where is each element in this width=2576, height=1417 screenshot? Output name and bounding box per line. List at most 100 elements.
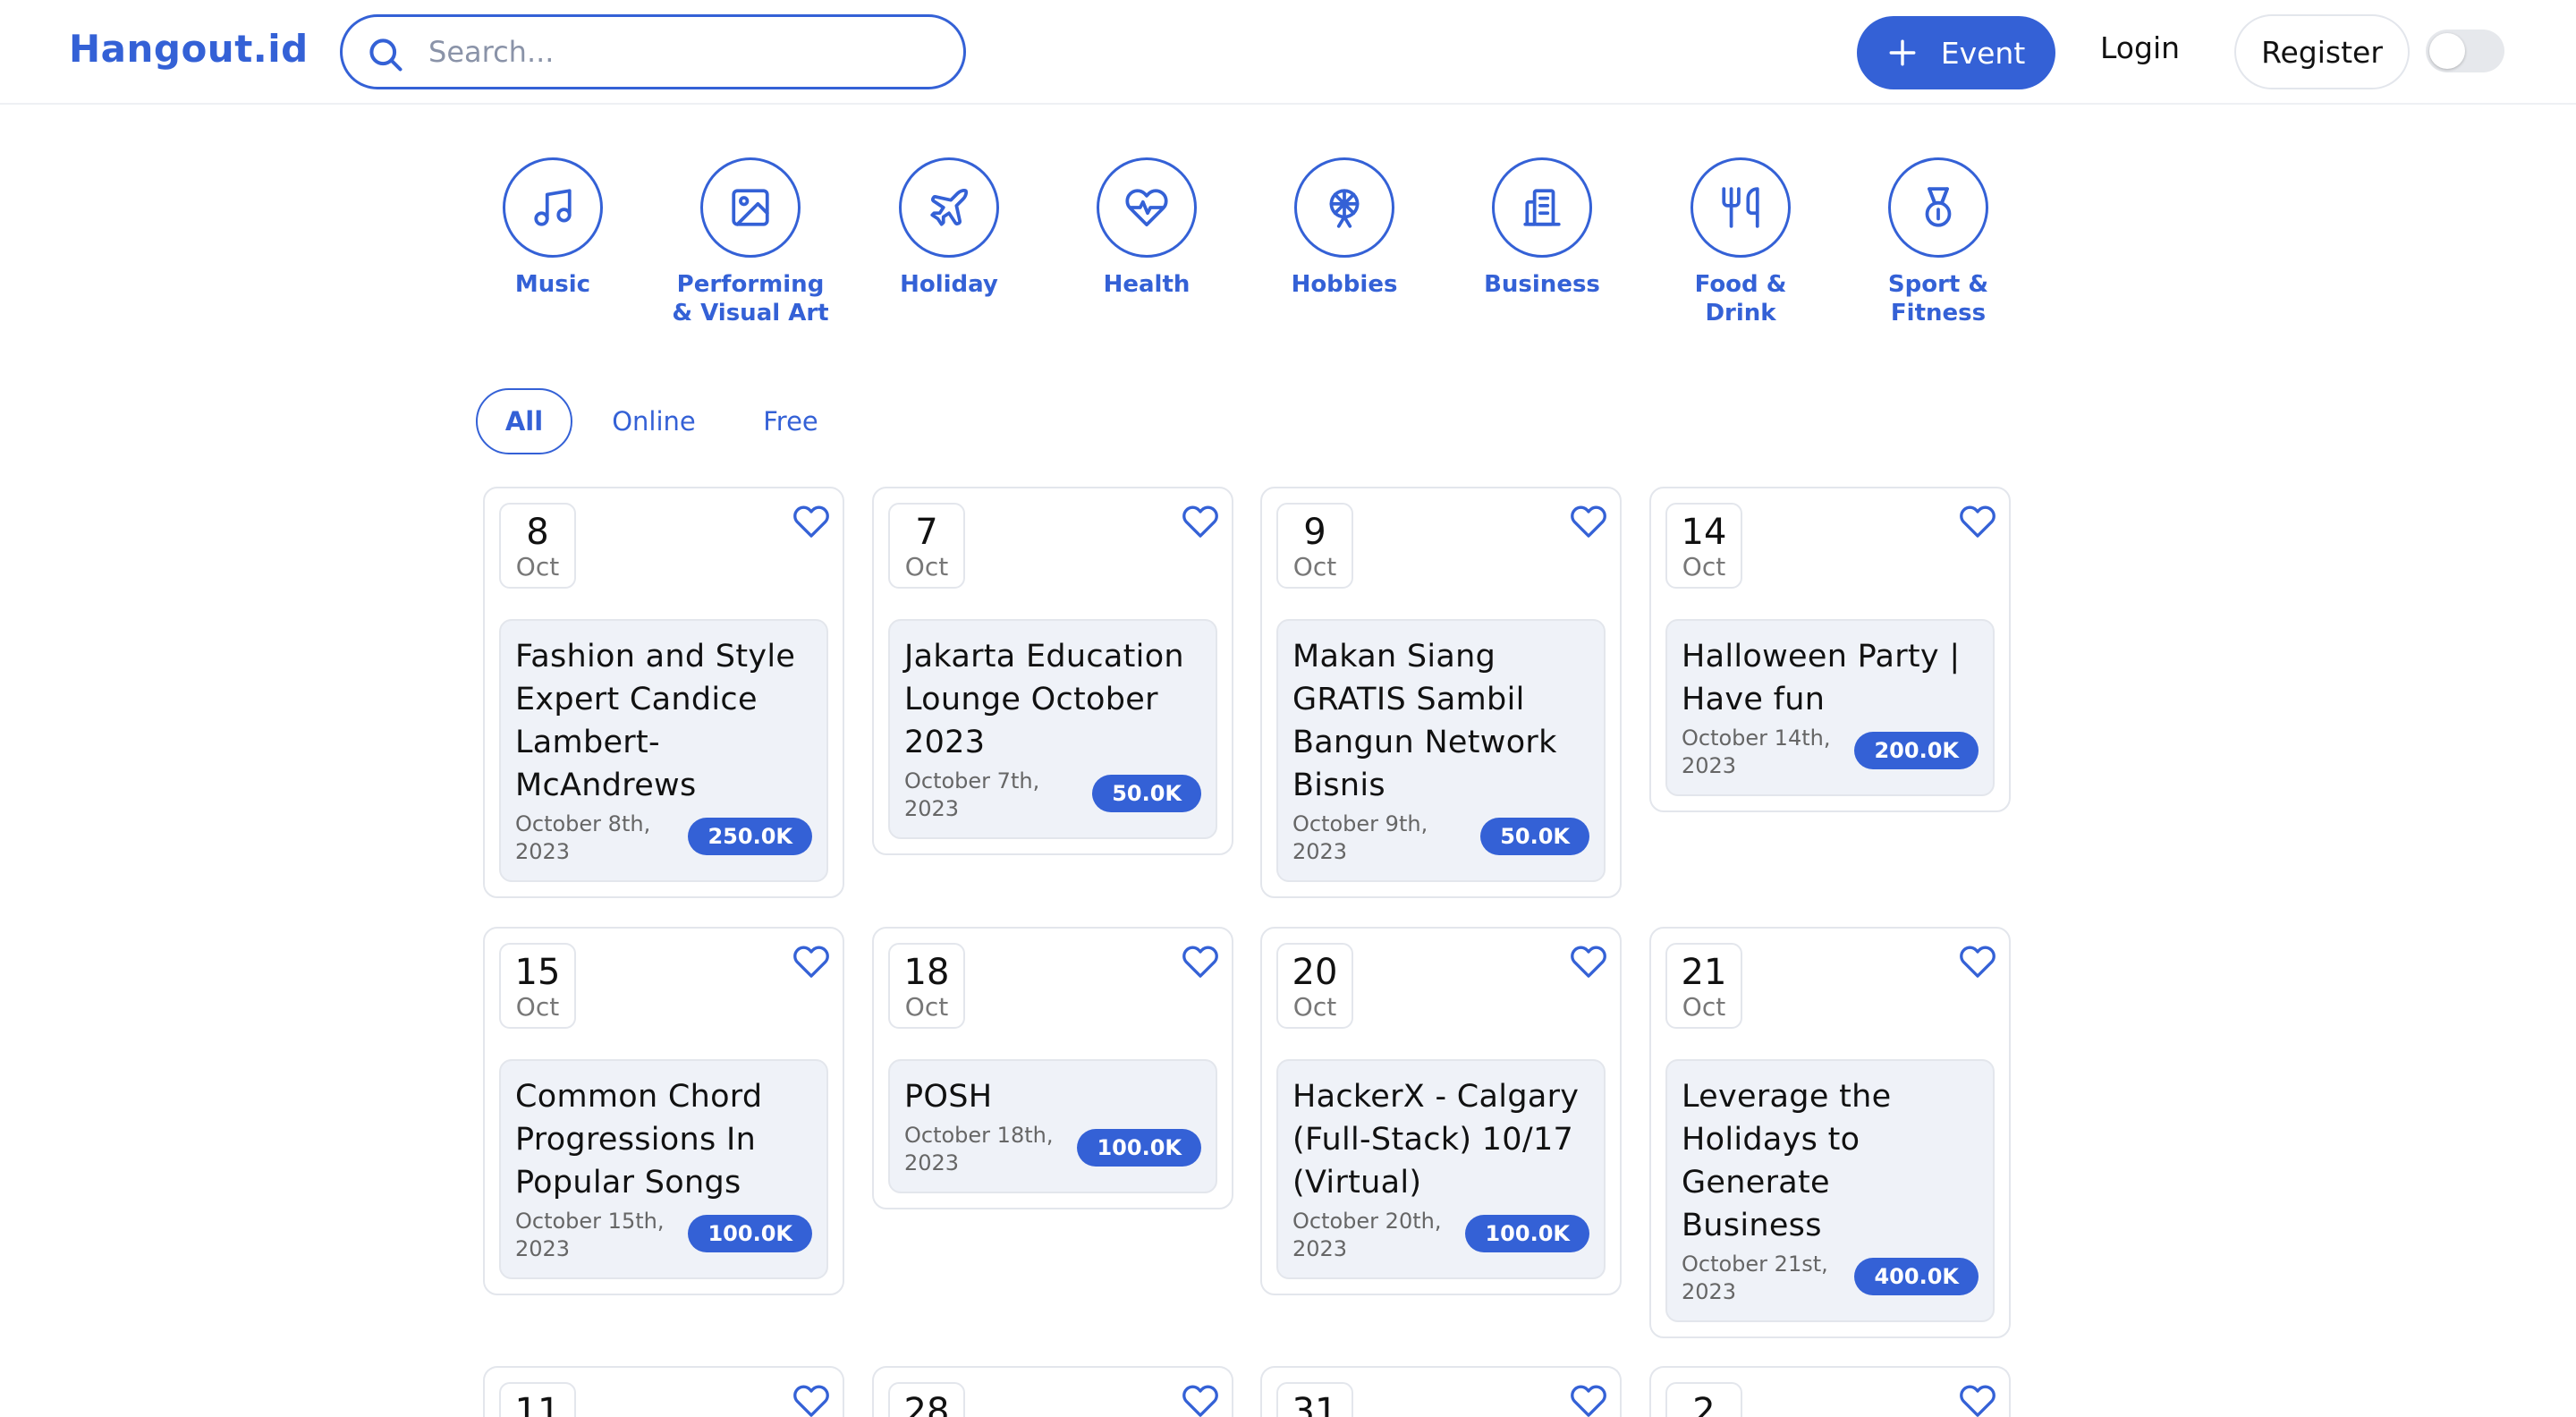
register-button[interactable]: Register [2234, 14, 2410, 89]
search-icon [369, 38, 402, 72]
price-badge: 250.0K [688, 818, 812, 855]
event-date: 31 [1276, 1382, 1353, 1417]
category-label: Food & Drink [1694, 271, 1787, 327]
event-date-text: October 8th, 2023 [515, 811, 651, 864]
price-badge: 100.0K [688, 1215, 812, 1252]
event-day: 28 [903, 1391, 950, 1417]
event-card[interactable]: 8 Oct Fashion and Style Expert Candice L… [483, 487, 844, 898]
category-hobbies[interactable]: Hobbies [1259, 157, 1429, 299]
event-day: 21 [1681, 952, 1727, 993]
category-health[interactable]: Health [1062, 157, 1232, 299]
event-info: Leverage the Holidays to Generate Busine… [1665, 1059, 1995, 1322]
event-month: Oct [515, 552, 560, 581]
event-title[interactable]: HackerX - Calgary (Full-Stack) 10/17 (Vi… [1292, 1075, 1589, 1204]
event-date: 18 Oct [888, 943, 965, 1029]
favorite-heart-icon[interactable] [1570, 503, 1607, 540]
event-title[interactable]: Common Chord Progressions In Popular Son… [515, 1075, 812, 1204]
event-info: HackerX - Calgary (Full-Stack) 10/17 (Vi… [1276, 1059, 1606, 1279]
category-business[interactable]: Business [1457, 157, 1627, 299]
airplane-icon [899, 157, 999, 258]
favorite-heart-icon[interactable] [1182, 503, 1219, 540]
top-navbar: Hangout.id Event Login Register [0, 0, 2576, 105]
ferris-wheel-icon [1294, 157, 1394, 258]
category-label: Music [514, 271, 591, 298]
event-card[interactable]: 31 [1260, 1366, 1622, 1417]
event-date-text: October 14th, 2023 [1682, 725, 1831, 778]
favorite-heart-icon[interactable] [1959, 943, 1996, 980]
filter-tab-online[interactable]: Online [599, 388, 708, 454]
event-month: Oct [1292, 992, 1337, 1022]
filter-tab-all[interactable]: All [476, 388, 572, 454]
event-month: Oct [904, 992, 949, 1022]
event-day: 9 [1303, 512, 1326, 553]
filter-tab-free[interactable]: Free [748, 388, 834, 454]
event-info: POSH October 18th, 2023 100.0K [888, 1059, 1217, 1193]
event-card[interactable]: 15 Oct Common Chord Progressions In Popu… [483, 927, 844, 1295]
price-badge: 50.0K [1092, 775, 1201, 812]
category-food-drink[interactable]: Food & Drink [1656, 157, 1826, 327]
favorite-heart-icon[interactable] [1182, 943, 1219, 980]
event-card[interactable]: 21 Oct Leverage the Holidays to Generate… [1649, 927, 2011, 1338]
event-title[interactable]: Halloween Party | Have fun [1682, 635, 1979, 721]
event-day: 2 [1692, 1391, 1716, 1417]
create-event-label: Event [1940, 35, 2026, 71]
category-performing-visual-art[interactable]: Performing & Visual Art [665, 157, 835, 327]
event-date: 7 Oct [888, 503, 965, 589]
theme-toggle[interactable] [2426, 30, 2504, 72]
event-card[interactable]: 2 [1649, 1366, 2011, 1417]
music-note-icon [503, 157, 603, 258]
category-label: Holiday [900, 271, 998, 298]
event-date: 14 Oct [1665, 503, 1742, 589]
create-event-button[interactable]: Event [1857, 16, 2055, 89]
event-card[interactable]: 28 [872, 1366, 1233, 1417]
medal-icon [1888, 157, 1988, 258]
event-title[interactable]: Fashion and Style Expert Candice Lambert… [515, 635, 812, 807]
favorite-heart-icon[interactable] [792, 503, 830, 540]
event-card[interactable]: 7 Oct Jakarta Education Lounge October 2… [872, 487, 1233, 855]
toggle-knob [2429, 33, 2465, 69]
event-card[interactable]: 9 Oct Makan Siang GRATIS Sambil Bangun N… [1260, 487, 1622, 898]
login-link[interactable]: Login [2100, 30, 2180, 65]
event-title[interactable]: Makan Siang GRATIS Sambil Bangun Network… [1292, 635, 1589, 807]
event-title[interactable]: Jakarta Education Lounge October 2023 [904, 635, 1201, 764]
favorite-heart-icon[interactable] [1570, 943, 1607, 980]
logo[interactable]: Hangout.id [69, 27, 309, 71]
favorite-heart-icon[interactable] [1570, 1382, 1607, 1417]
price-badge: 400.0K [1854, 1258, 1979, 1295]
event-month: Oct [1682, 552, 1726, 581]
event-title[interactable]: Leverage the Holidays to Generate Busine… [1682, 1075, 1979, 1247]
event-date-text: October 9th, 2023 [1292, 811, 1428, 864]
event-info: Halloween Party | Have fun October 14th,… [1665, 619, 1995, 796]
building-icon [1492, 157, 1592, 258]
category-music[interactable]: Music [468, 157, 638, 299]
event-card[interactable]: 20 Oct HackerX - Calgary (Full-Stack) 10… [1260, 927, 1622, 1295]
event-title[interactable]: POSH [904, 1075, 1201, 1118]
search-bar[interactable] [340, 14, 966, 89]
event-date: 21 Oct [1665, 943, 1742, 1029]
event-day: 15 [514, 952, 561, 993]
image-icon [700, 157, 801, 258]
favorite-heart-icon[interactable] [1959, 503, 1996, 540]
event-card[interactable]: 11 [483, 1366, 844, 1417]
event-date-text: October 7th, 2023 [904, 768, 1040, 821]
category-label: Sport & Fitness [1887, 271, 1989, 327]
category-holiday[interactable]: Holiday [864, 157, 1034, 299]
event-info: Jakarta Education Lounge October 2023 Oc… [888, 619, 1217, 839]
event-day: 31 [1292, 1391, 1338, 1417]
favorite-heart-icon[interactable] [792, 943, 830, 980]
favorite-heart-icon[interactable] [792, 1382, 830, 1417]
event-month: Oct [904, 552, 949, 581]
event-date: 9 Oct [1276, 503, 1353, 589]
event-day: 8 [526, 512, 549, 553]
event-date-text: October 20th, 2023 [1292, 1209, 1442, 1261]
event-card[interactable]: 18 Oct POSH October 18th, 2023 100.0K [872, 927, 1233, 1209]
favorite-heart-icon[interactable] [1959, 1382, 1996, 1417]
heart-pulse-icon [1097, 157, 1197, 258]
event-date: 8 Oct [499, 503, 576, 589]
event-day: 11 [514, 1391, 561, 1417]
event-card[interactable]: 14 Oct Halloween Party | Have fun Octobe… [1649, 487, 2011, 812]
search-input[interactable] [428, 30, 929, 74]
price-badge: 100.0K [1077, 1129, 1201, 1167]
category-sport-fitness[interactable]: Sport & Fitness [1853, 157, 2023, 327]
favorite-heart-icon[interactable] [1182, 1382, 1219, 1417]
